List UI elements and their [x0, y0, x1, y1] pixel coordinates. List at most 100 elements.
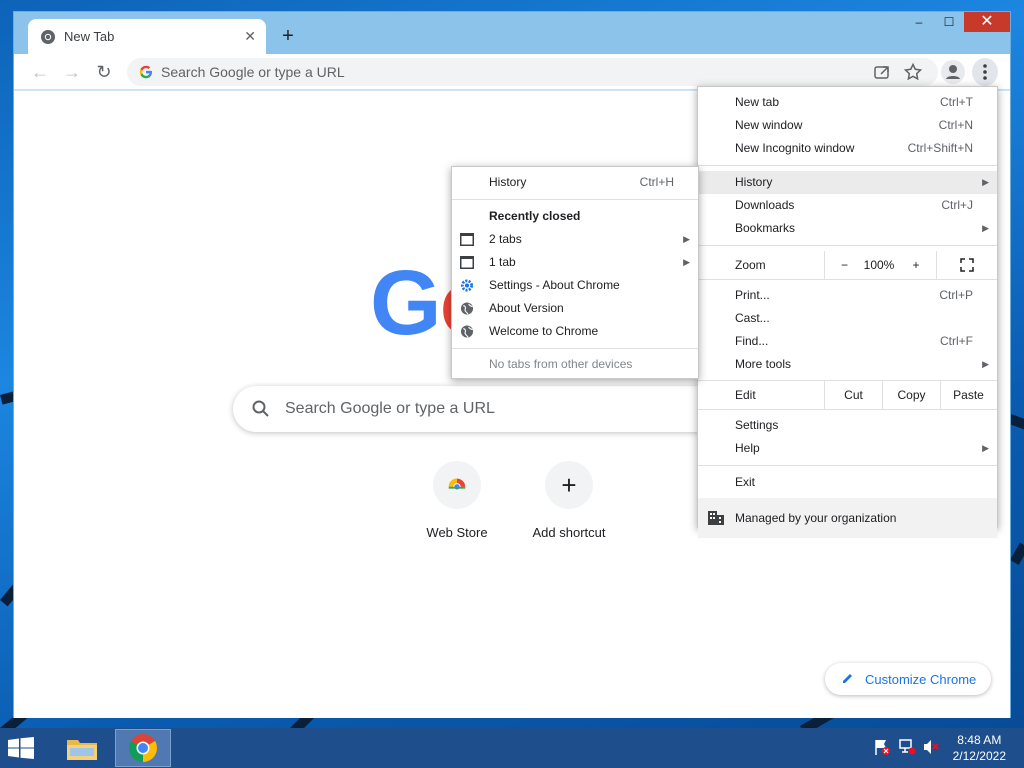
building-icon	[708, 511, 724, 525]
menu-label: Help	[735, 441, 760, 455]
reload-icon[interactable]: ↻	[92, 60, 116, 84]
tab-new-tab[interactable]: New Tab ✕	[28, 19, 266, 54]
menu-label: Managed by your organization	[735, 511, 897, 525]
forward-arrow-icon[interactable]: →	[60, 60, 84, 84]
menu-label: Welcome to Chrome	[489, 324, 599, 338]
recent-item-welcome[interactable]: Welcome to Chrome	[452, 320, 698, 343]
menu-label: Settings - About Chrome	[489, 278, 620, 292]
menu-separator	[698, 279, 997, 280]
menu-label: Downloads	[735, 198, 795, 212]
shortcut-web-store[interactable]: Web Store	[407, 461, 507, 540]
no-devices-text: No tabs from other devices	[489, 357, 633, 371]
search-icon	[252, 400, 269, 417]
menu-item-downloads[interactable]: Downloads Ctrl+J	[698, 194, 997, 217]
zoom-in-button[interactable]: +	[900, 251, 932, 279]
menu-separator	[698, 245, 997, 246]
menu-label: History	[489, 175, 527, 189]
menu-item-new-tab[interactable]: New tab Ctrl+T	[698, 91, 997, 114]
recent-item-settings[interactable]: Settings - About Chrome	[452, 274, 698, 297]
menu-item-history[interactable]: History ▶	[698, 171, 997, 194]
menu-shortcut: Ctrl+F	[940, 334, 973, 348]
taskbar-clock[interactable]: 8:48 AM 2/12/2022	[953, 732, 1006, 764]
network-icon[interactable]	[898, 738, 916, 756]
menu-item-find[interactable]: Find... Ctrl+F	[698, 330, 997, 353]
globe-icon	[460, 325, 474, 338]
add-icon: +	[545, 461, 593, 509]
menu-item-bookmarks[interactable]: Bookmarks ▶	[698, 217, 997, 240]
menu-label: Zoom	[735, 258, 766, 272]
tab-close-icon[interactable]: ✕	[244, 28, 256, 45]
menu-label: Exit	[735, 475, 756, 489]
taskbar-chrome[interactable]	[115, 729, 171, 767]
recent-item-1-tab[interactable]: 1 tab ▶	[452, 251, 698, 274]
menu-item-help[interactable]: Help ▶	[698, 437, 997, 460]
menu-label: New Incognito window	[735, 141, 855, 155]
copy-button[interactable]: Copy	[882, 381, 940, 409]
close-window-button[interactable]: ✕	[964, 12, 1010, 32]
clock-date: 2/12/2022	[952, 749, 1006, 763]
submenu-arrow-icon: ▶	[982, 223, 989, 233]
submenu-item-history[interactable]: History Ctrl+H	[452, 171, 698, 194]
menu-zoom-row: Zoom − 100% +	[698, 251, 997, 279]
menu-separator	[698, 465, 997, 466]
chrome-icon	[129, 734, 157, 762]
web-store-icon	[433, 461, 481, 509]
menu-label: 1 tab	[489, 255, 516, 269]
paste-button[interactable]: Paste	[940, 381, 996, 409]
action-center-flag-icon[interactable]	[873, 738, 891, 756]
menu-label: More tools	[735, 357, 792, 371]
volume-muted-icon[interactable]	[922, 738, 940, 756]
shortcut-label: Add shortcut	[532, 525, 606, 540]
globe-icon	[460, 302, 474, 315]
menu-label: New tab	[735, 95, 780, 109]
maximize-button[interactable]: ☐	[934, 12, 964, 32]
submenu-arrow-icon: ▶	[683, 234, 690, 244]
recent-item-about-version[interactable]: About Version	[452, 297, 698, 320]
menu-shortcut: Ctrl+N	[938, 118, 973, 132]
chrome-icon	[41, 29, 55, 44]
taskbar: 8:48 AM 2/12/2022	[0, 728, 1024, 768]
menu-item-new-incognito[interactable]: New Incognito window Ctrl+Shift+N	[698, 137, 997, 160]
menu-label: Print...	[735, 288, 770, 302]
menu-shortcut: Ctrl+J	[941, 198, 973, 212]
menu-label: About Version	[489, 301, 564, 315]
menu-item-cast[interactable]: Cast...	[698, 307, 997, 330]
menu-edit-row: Edit Cut Copy Paste	[698, 381, 997, 409]
menu-shortcut: Ctrl+Shift+N	[907, 141, 973, 155]
title-bar: New Tab ✕ + – ☐ ✕	[14, 12, 1010, 54]
submenu-arrow-icon: ▶	[982, 177, 989, 187]
bookmark-star-icon[interactable]	[903, 62, 923, 82]
menu-kebab-icon[interactable]	[972, 58, 998, 86]
menu-item-exit[interactable]: Exit	[698, 471, 997, 494]
fullscreen-icon[interactable]	[936, 251, 996, 279]
minimize-button[interactable]: –	[904, 12, 934, 32]
menu-item-settings[interactable]: Settings	[698, 414, 997, 437]
menu-shortcut: Ctrl+H	[639, 175, 674, 189]
address-bar[interactable]: Search Google or type a URL	[127, 58, 938, 86]
new-tab-button[interactable]: +	[276, 24, 300, 48]
address-bar-placeholder: Search Google or type a URL	[161, 64, 345, 80]
profile-avatar-icon[interactable]	[941, 60, 965, 84]
window-controls: – ☐ ✕	[904, 12, 1010, 34]
menu-item-print[interactable]: Print... Ctrl+P	[698, 284, 997, 307]
menu-shortcut: Ctrl+T	[940, 95, 973, 109]
share-icon[interactable]	[872, 62, 892, 82]
customize-label: Customize Chrome	[865, 671, 977, 687]
shortcut-add[interactable]: + Add shortcut	[519, 461, 619, 540]
start-button[interactable]	[8, 737, 34, 762]
recently-closed-heading: Recently closed	[489, 209, 581, 223]
menu-separator	[452, 199, 698, 200]
cut-button[interactable]: Cut	[824, 381, 882, 409]
window-icon	[460, 256, 474, 269]
menu-item-more-tools[interactable]: More tools ▶	[698, 353, 997, 376]
folder-icon	[67, 740, 97, 760]
taskbar-file-explorer[interactable]	[54, 729, 110, 767]
menu-item-new-window[interactable]: New window Ctrl+N	[698, 114, 997, 137]
customize-chrome-button[interactable]: Customize Chrome	[825, 663, 991, 695]
recent-item-2-tabs[interactable]: 2 tabs ▶	[452, 228, 698, 251]
back-arrow-icon[interactable]: ←	[28, 60, 52, 84]
menu-label: 2 tabs	[489, 232, 522, 246]
menu-item-managed[interactable]: Managed by your organization	[698, 498, 997, 538]
menu-separator	[698, 165, 997, 166]
desktop-decoration	[1010, 542, 1024, 565]
